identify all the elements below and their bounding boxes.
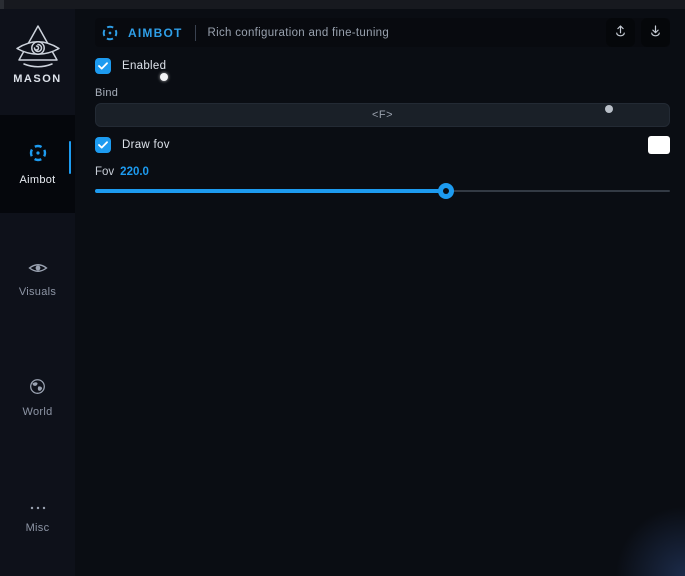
sidebar-item-world[interactable]: World (0, 374, 75, 422)
sidebar-item-label: Visuals (19, 286, 56, 298)
bind-input[interactable]: <F> (95, 103, 670, 127)
mason-eye-pyramid-icon (0, 23, 75, 71)
sidebar-item-visuals[interactable]: Visuals (0, 255, 75, 303)
section-title: AIMBOT (128, 26, 183, 40)
selected-indicator (69, 141, 71, 174)
enabled-checkbox[interactable] (95, 58, 111, 74)
header-divider (195, 25, 196, 41)
main-content: AIMBOT Rich configuration and fine-tunin… (75, 9, 685, 576)
draw-fov-checkbox[interactable] (95, 137, 111, 153)
slider-fill (95, 189, 446, 193)
check-icon (98, 57, 108, 75)
app-logo: MASON (0, 23, 75, 85)
fov-label-row: Fov 220.0 (95, 166, 149, 178)
fov-slider[interactable] (95, 183, 670, 199)
bind-value: <F> (372, 109, 393, 121)
cursor-dot-secondary (605, 105, 613, 113)
sidebar-item-label: Misc (26, 522, 50, 534)
sidebar-item-label: World (22, 406, 52, 418)
sidebar-item-label: Aimbot (19, 174, 55, 186)
check-icon (98, 136, 108, 154)
window-top-strip-edge (0, 0, 4, 9)
section-subtitle: Rich configuration and fine-tuning (208, 27, 390, 39)
import-config-button[interactable] (641, 18, 670, 47)
corner-glow (615, 506, 685, 576)
eye-icon (28, 261, 48, 280)
crosshair-icon (101, 24, 119, 42)
app-logo-label: MASON (0, 73, 75, 85)
fov-color-swatch[interactable] (648, 136, 670, 154)
sidebar-item-misc[interactable]: Misc (0, 492, 75, 540)
export-config-button[interactable] (606, 18, 635, 47)
window-top-strip (0, 0, 685, 9)
sidebar: MASON Aimbot Visuals World (0, 9, 75, 576)
draw-fov-row: Draw fov (95, 137, 170, 153)
globe-icon (29, 378, 46, 400)
cursor-dot (160, 73, 168, 81)
fov-label: Fov (95, 166, 114, 178)
bind-label: Bind (95, 87, 118, 99)
crosshair-icon (28, 143, 48, 168)
fov-value: 220.0 (120, 166, 149, 178)
sidebar-item-aimbot[interactable]: Aimbot (0, 115, 75, 213)
section-header: AIMBOT Rich configuration and fine-tunin… (95, 18, 670, 47)
slider-thumb[interactable] (438, 183, 454, 199)
draw-fov-label: Draw fov (122, 139, 170, 151)
ellipsis-icon (29, 498, 47, 516)
enabled-label: Enabled (122, 60, 166, 72)
enabled-row: Enabled (95, 58, 166, 74)
upload-icon (613, 23, 628, 43)
download-icon (648, 23, 663, 43)
